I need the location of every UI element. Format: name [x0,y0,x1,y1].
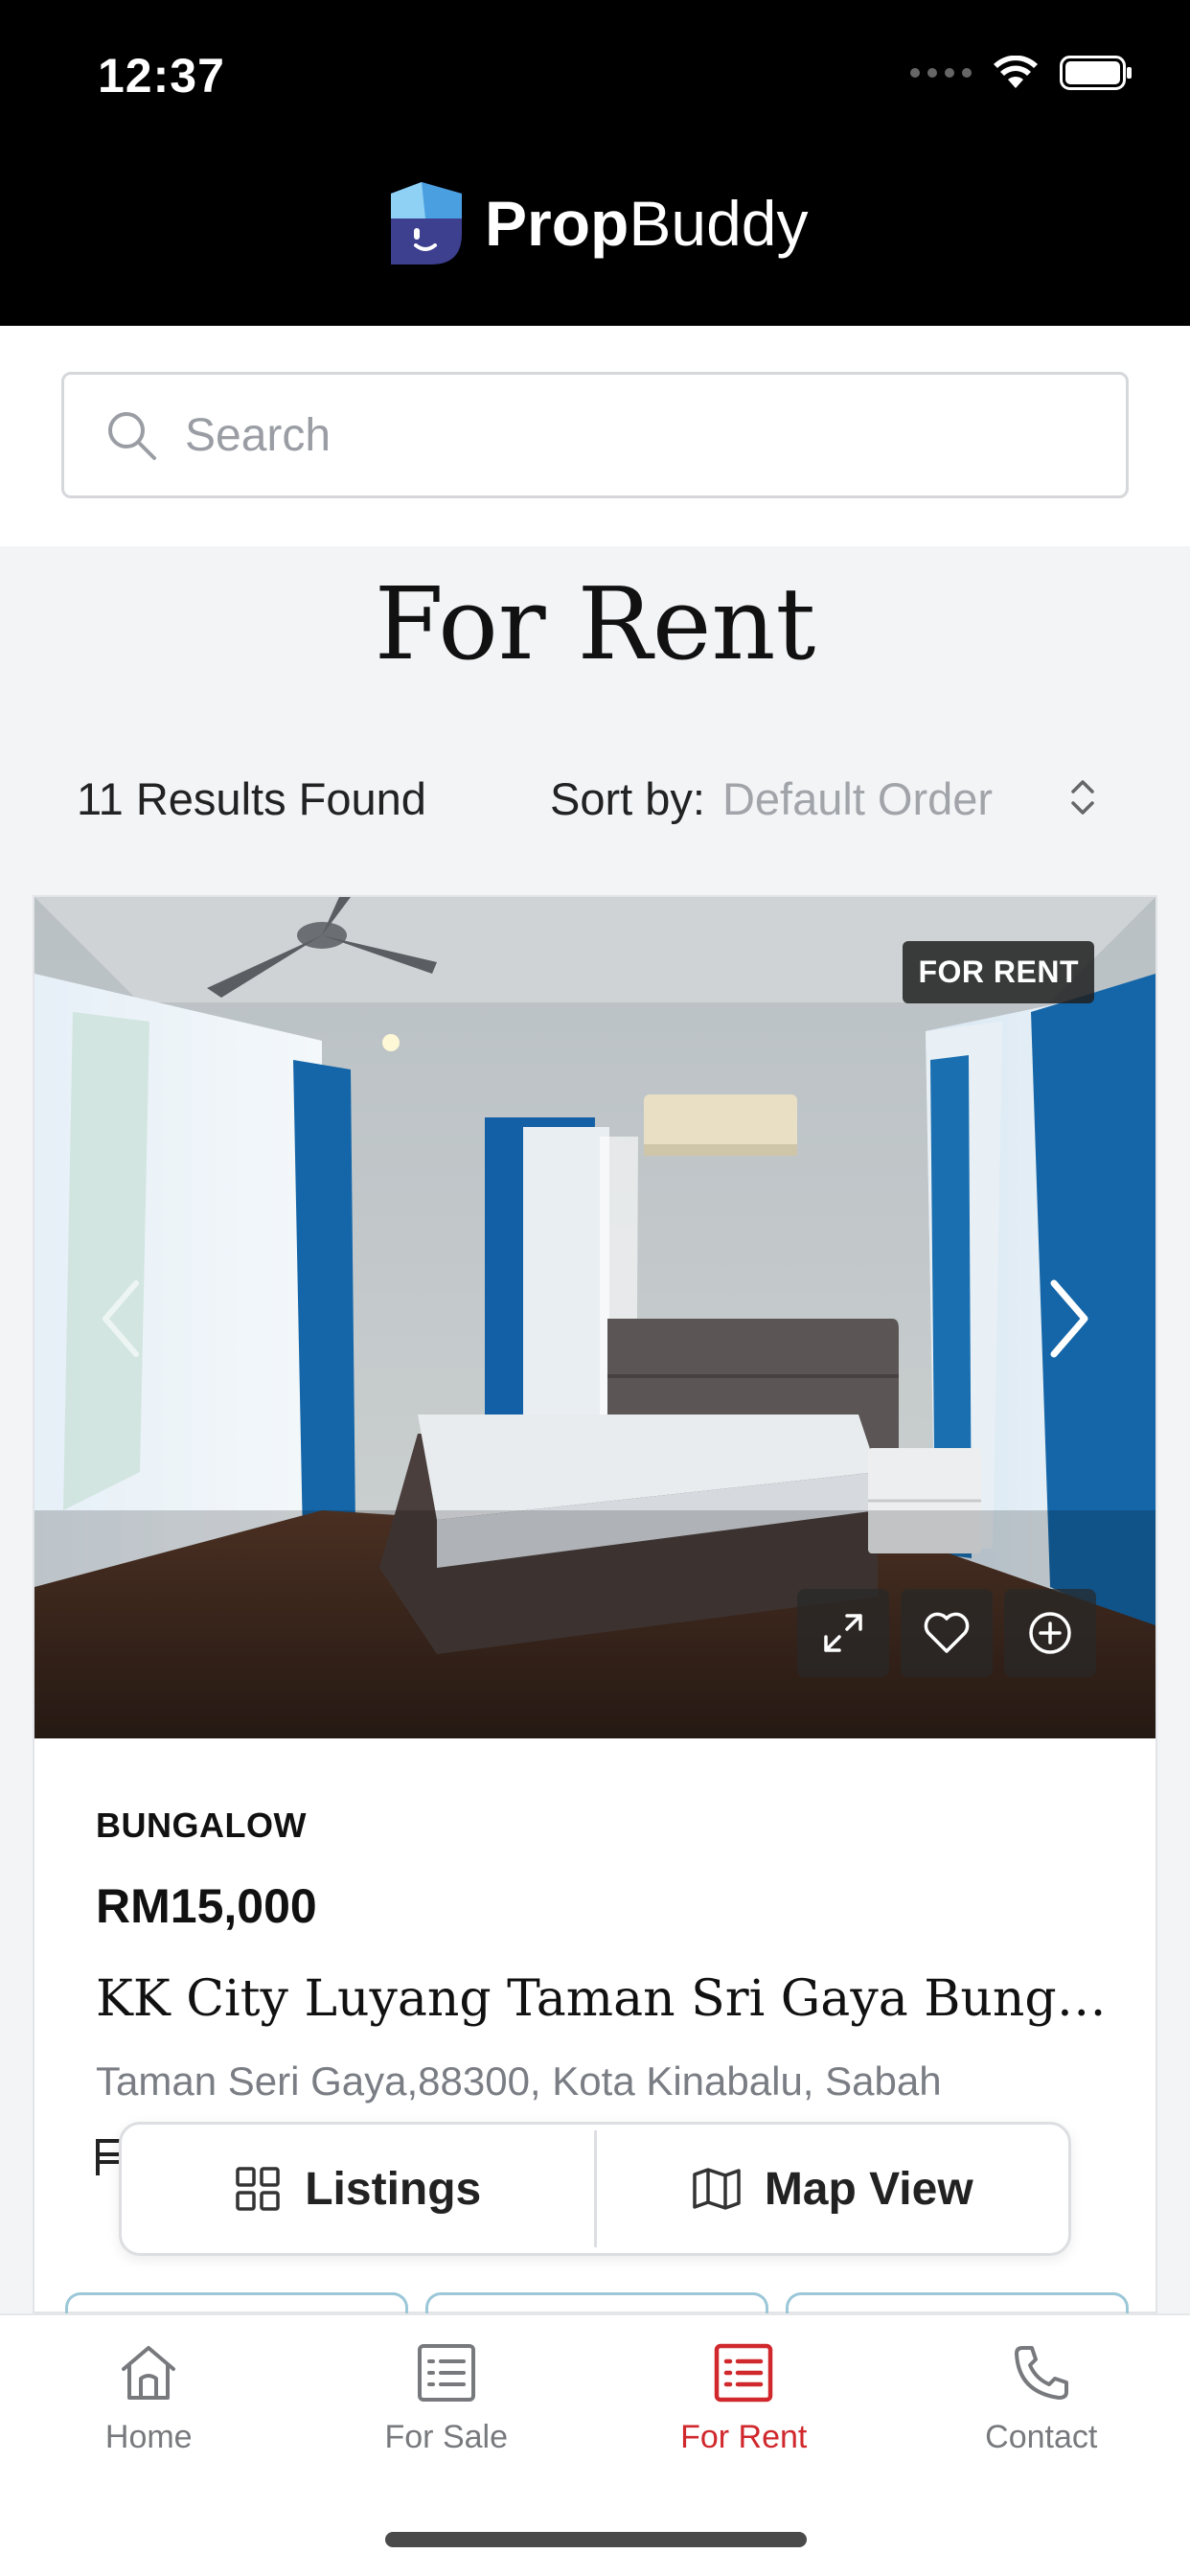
nav-label-home: Home [104,2419,193,2455]
photo-actions [797,1589,1096,1677]
listing-status-badge: FOR RENT [903,941,1094,1003]
sort-chevrons-icon [1071,780,1094,815]
listing-title[interactable]: KK City Luyang Taman Sri Gaya Bunglow ..… [96,1970,1111,2028]
nav-item-home[interactable]: Home [0,2315,298,2456]
view-toggle: Listings Map View [119,2122,1071,2256]
sort-value: Default Order [721,773,994,824]
nav-label-contact: Contact [985,2419,1098,2455]
brand-logo[interactable]: PropBuddy [387,180,808,266]
grid-icon [236,2167,280,2211]
status-icons [910,56,1133,90]
expand-icon [824,1614,862,1652]
search-box[interactable] [61,372,1129,498]
wifi-icon [994,56,1038,88]
map-icon [693,2168,741,2210]
list-icon [715,2343,773,2403]
sort-label: Sort by: [550,773,705,824]
search-icon [108,412,156,460]
battery-icon [1060,56,1132,90]
listings-label: Listings [305,2163,482,2215]
photo-next-button[interactable] [1031,1271,1108,1367]
home-icon [122,2346,176,2400]
nav-item-for-sale[interactable]: For Sale [298,2315,596,2456]
search-input[interactable] [185,408,1047,462]
cellular-signal-icon [910,68,972,78]
page-title: For Rent [374,565,816,682]
chevron-left-icon [103,1280,139,1357]
nav-item-for-rent[interactable]: For Rent [595,2315,893,2456]
listing-photo[interactable]: FOR RENT [34,897,1156,1738]
search-area [0,326,1190,546]
chevron-right-icon [1050,1279,1088,1358]
property-type: BUNGALOW [96,1806,307,1845]
listing-address: Taman Seri Gaya,88300, Kota Kinabalu, Sa… [96,2058,942,2104]
phone-icon [1014,2346,1068,2400]
compare-button[interactable] [1004,1589,1096,1677]
nav-item-contact[interactable]: Contact [893,2315,1190,2456]
expand-button[interactable] [797,1589,889,1677]
listings-view-button[interactable]: Listings [122,2125,594,2253]
plus-circle-icon [1029,1612,1071,1654]
photo-prev-button[interactable] [82,1271,159,1367]
propbuddy-logo-icon [391,182,462,264]
brand-name: PropBuddy [485,188,809,259]
map-view-button[interactable]: Map View [597,2125,1069,2253]
top-bar: 12:37 PropBuddy [0,0,1190,326]
listing-card[interactable]: FOR RENT BUNGALOW RM15,000 KK City Luyan… [33,895,1157,2350]
status-time: 12:37 [98,49,225,103]
nav-label-for-rent: For Rent [680,2419,808,2455]
app-root: 12:37 PropBuddy Search For Rent 11 Resul… [0,0,1190,2576]
favorite-button[interactable] [901,1589,993,1677]
nav-label-for-sale: For Sale [384,2419,509,2455]
heart-icon [924,1612,970,1653]
results-count: 11 Results Found [77,773,426,824]
listing-price: RM15,000 [96,1879,317,1933]
map-view-label: Map View [764,2163,973,2215]
home-indicator[interactable] [385,2532,807,2547]
sort-dropdown[interactable]: Sort by: Default Order [550,772,1094,825]
list-icon [417,2344,475,2402]
